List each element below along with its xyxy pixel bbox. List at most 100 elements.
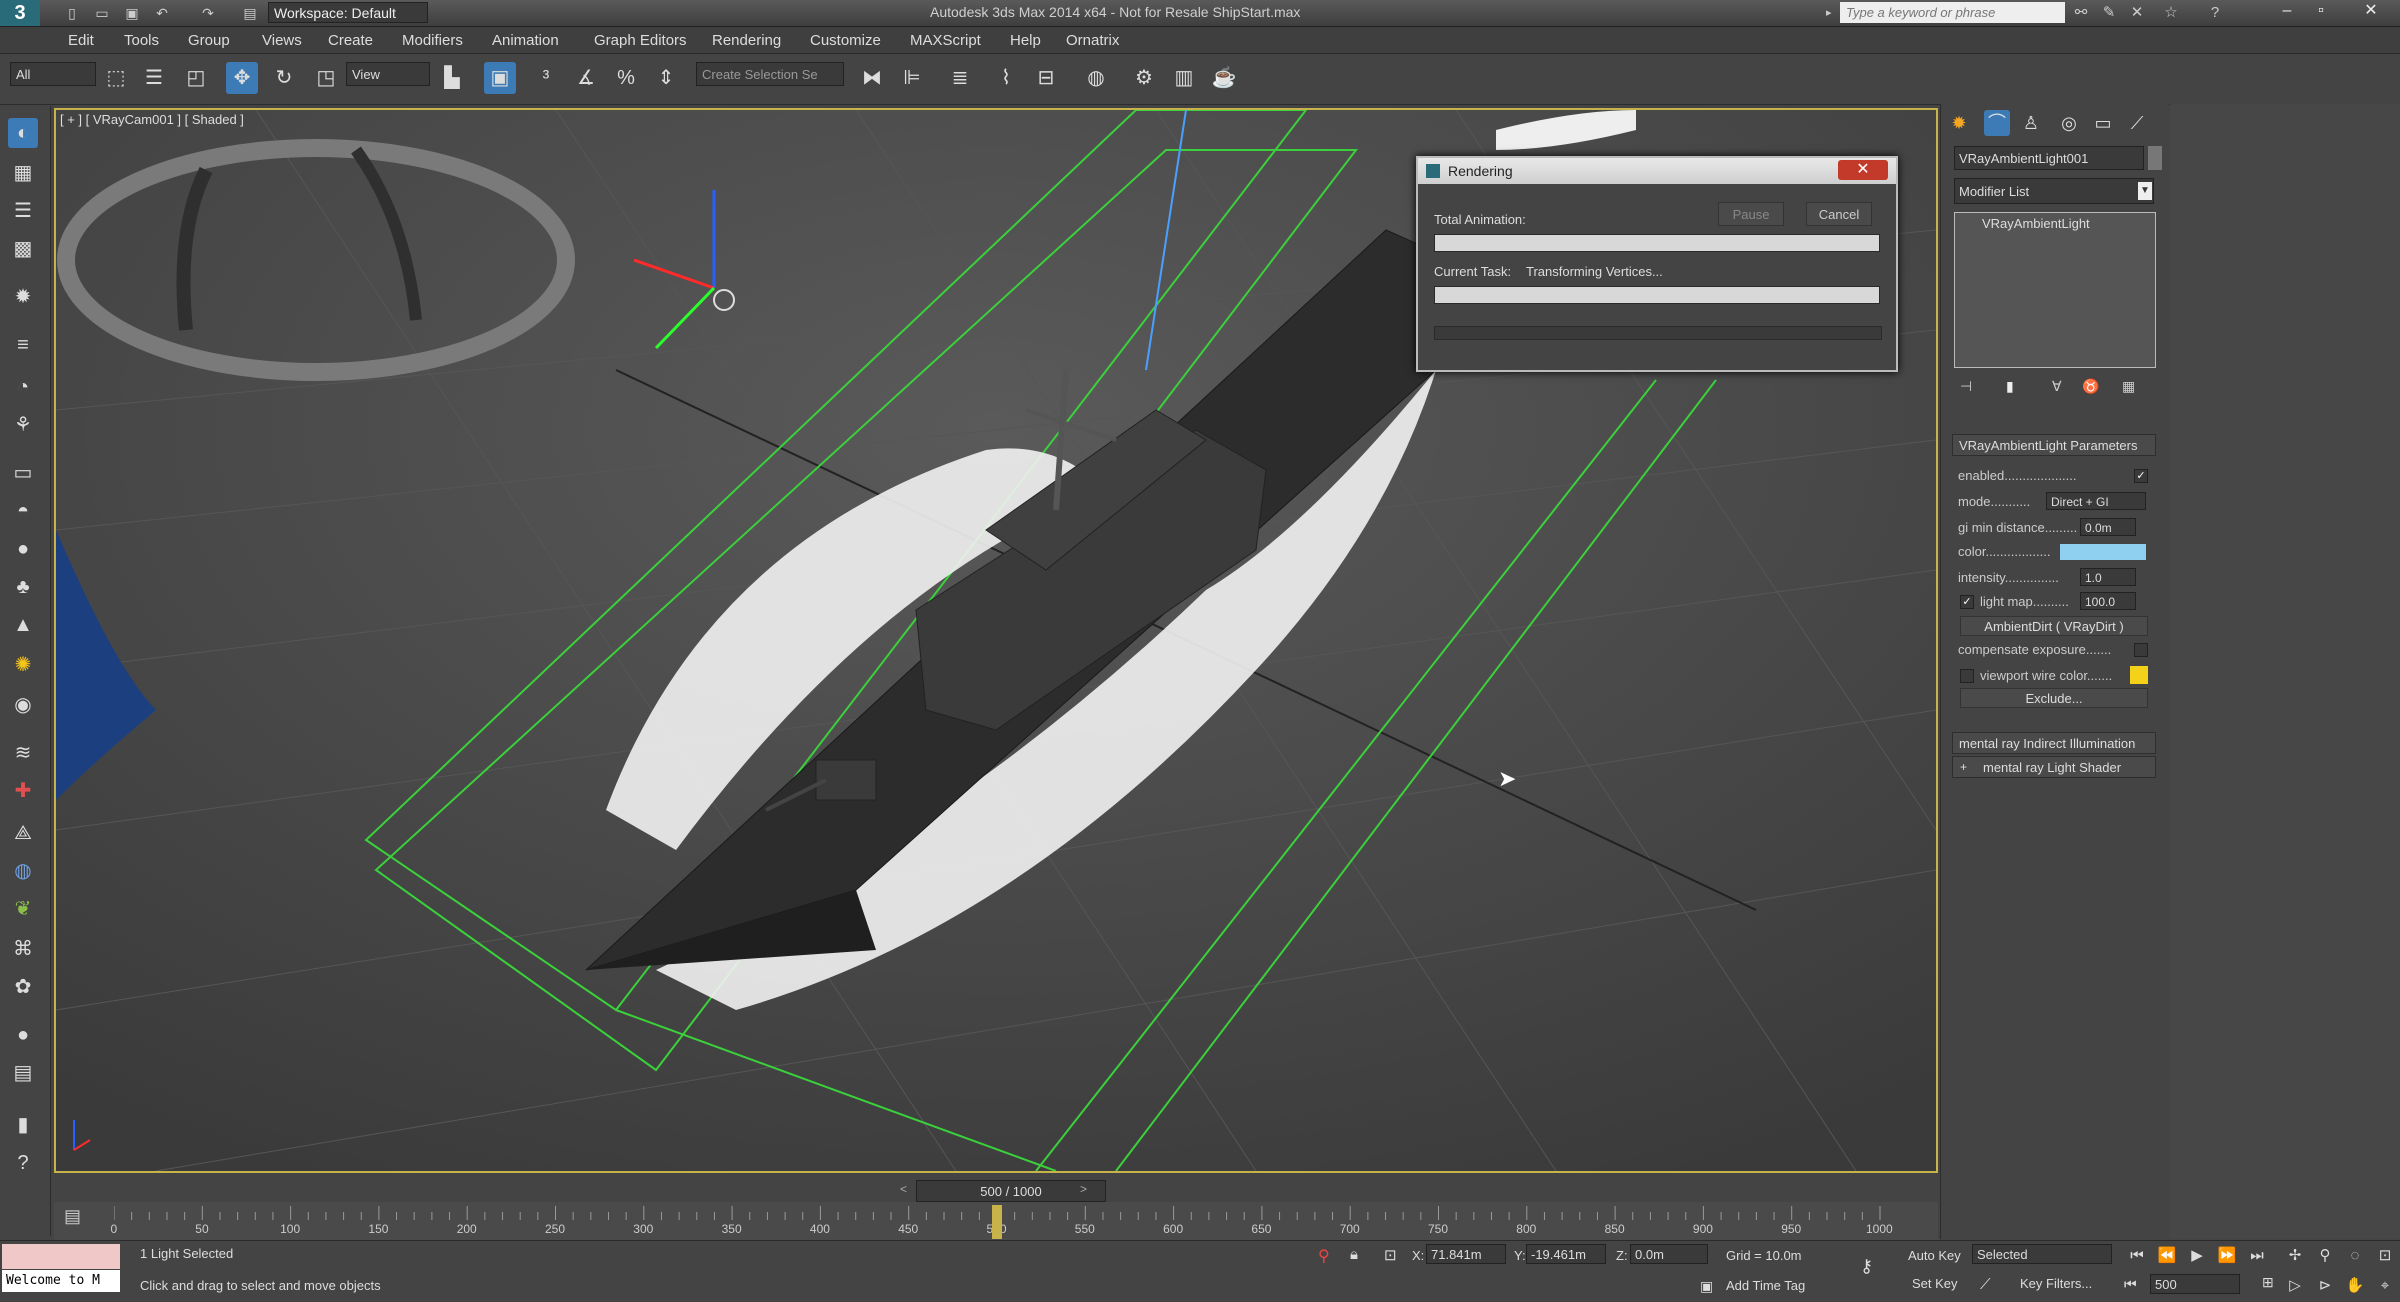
select-object-icon[interactable]: ⬚ [100,62,132,94]
viewport-wire-color-checkbox[interactable] [1960,669,1974,683]
maximize-viewport-icon[interactable]: ⊡ [2372,1244,2398,1268]
object-color-swatch[interactable] [2148,146,2162,170]
light-map-spinner[interactable]: 100.0 [2080,592,2136,610]
remove-modifier-icon[interactable]: ♉ [2082,378,2099,395]
enabled-checkbox[interactable]: ✓ [2134,469,2148,483]
menu-create[interactable]: Create [328,32,373,49]
create-tab-icon[interactable]: ✹ [1946,110,1972,136]
sliders-icon[interactable]: ≡ [8,330,38,360]
pan-icon[interactable]: ✢ [2282,1244,2308,1268]
menu-help[interactable]: Help [1010,32,1041,49]
mirror-icon[interactable]: ⧓ [856,62,888,94]
disc-icon[interactable]: ◉ [8,690,38,720]
question-icon[interactable]: ? [8,1148,38,1178]
time-slider[interactable]: 500 / 1000 [916,1180,1106,1202]
add-time-tag[interactable]: Add Time Tag [1726,1278,1805,1293]
field-of-view-icon[interactable]: ▷ [2282,1274,2308,1298]
walkthrough-icon[interactable]: ✋ [2342,1274,2368,1298]
previous-frame-icon[interactable]: ⏪ [2154,1244,2180,1268]
spiral-icon[interactable]: ◔ [8,372,38,402]
ambient-dirt-button[interactable]: AmbientDirt ( VRayDirt ) [1960,616,2148,636]
gi-min-distance-spinner[interactable]: 0.0m [2080,518,2136,536]
prev-frame-arrow-icon[interactable]: < [900,1182,907,1196]
plus-icon[interactable]: + [1960,760,1967,774]
menu-group[interactable]: Group [188,32,230,49]
undo-icon[interactable]: ↶ [152,3,172,23]
spinner-snap-icon[interactable]: ⇕ [650,62,682,94]
current-frame-field[interactable]: 500 [2150,1274,2240,1294]
display-tab-icon[interactable]: ▭ [2090,110,2116,136]
dialog-close-button[interactable]: ✕ [1838,160,1888,180]
select-and-scale-icon[interactable]: ◳ [310,62,342,94]
go-to-end-icon[interactable]: ⏭ [2244,1244,2270,1268]
mental-ray-light-shader-rollout[interactable]: mental ray Light Shader [1952,756,2156,778]
search-input[interactable]: Type a keyword or phrase [1840,2,2065,23]
new-file-icon[interactable]: ▯ [62,3,82,23]
compensate-exposure-checkbox[interactable] [2134,643,2148,657]
menu-views[interactable]: Views [262,32,302,49]
workspace-dropdown[interactable]: Workspace: Default [268,2,428,23]
mode-dropdown[interactable]: Direct + GI [2046,492,2146,510]
region-zoom-icon[interactable]: ⌖ [2372,1274,2398,1298]
viewport-camera-icon[interactable]: ◐ [8,118,38,148]
close-icon[interactable]: ✕ [2346,0,2396,22]
intensity-spinner[interactable]: 1.0 [2080,568,2136,586]
wire-color-swatch[interactable] [2130,666,2148,684]
manipulate-icon[interactable]: ▣ [484,62,516,94]
selection-filter-dropdown[interactable]: All [10,62,96,86]
gizmo-icon[interactable]: ✚ [8,776,38,806]
zoom-icon[interactable]: ⚲ [2312,1244,2338,1268]
menu-modifiers[interactable]: Modifiers [402,32,463,49]
time-config-icon[interactable]: ⊞ [2262,1274,2274,1291]
box-icon[interactable]: ▭ [8,458,38,488]
set-key-curve-icon[interactable]: ⟋ [1980,1276,1991,1293]
hemisphere-icon[interactable]: ◓ [8,496,38,526]
modify-tab-icon[interactable]: ⌒ [1984,110,2010,136]
absolute-mode-icon[interactable]: ⊡ [1384,1246,1397,1264]
next-frame-icon[interactable]: ⏩ [2214,1244,2240,1268]
menu-maxscript[interactable]: MAXScript [910,32,981,49]
key-mode-icon[interactable]: ⏮ [2124,1276,2137,1293]
app-logo-icon[interactable]: 3 [0,0,40,26]
named-selection-dropdown[interactable]: Create Selection Se [696,62,844,86]
open-file-icon[interactable]: ▭ [92,3,112,23]
snaps-toggle-icon[interactable]: ³ [530,62,562,94]
hair-frizz-icon[interactable]: ✿ [8,972,38,1002]
align-icon[interactable]: ⊫ [896,62,928,94]
orbit-icon[interactable]: ◌ [2342,1244,2368,1268]
layer-manager-icon[interactable]: ≣ [944,62,976,94]
set-key-button[interactable]: Set Key [1912,1276,1958,1291]
communication-center-icon[interactable]: ✕ [2126,3,2148,23]
rectangular-selection-icon[interactable]: ◰ [180,62,212,94]
grid-icon[interactable]: ▩ [8,234,38,264]
menu-animation[interactable]: Animation [492,32,559,49]
mental-ray-indirect-rollout[interactable]: mental ray Indirect Illumination [1952,732,2156,754]
utilities-tab-icon[interactable]: ⟋ [2124,110,2150,136]
modifier-stack[interactable] [1954,212,2156,368]
menu-customize[interactable]: Customize [810,32,881,49]
menu-tools[interactable]: Tools [124,32,159,49]
play-icon[interactable]: ▶ [2184,1244,2210,1268]
tools-icon[interactable]: ✎ [2098,3,2120,23]
hierarchy-tab-icon[interactable]: ♙ [2018,110,2044,136]
next-frame-arrow-icon[interactable]: > [1080,1182,1087,1196]
menu-rendering[interactable]: Rendering [712,32,781,49]
save-icon[interactable]: ▣ [122,3,142,23]
rendered-frame-window-icon[interactable]: ▥ [1168,62,1200,94]
sphere-icon[interactable]: ● [8,534,38,564]
y-coordinate-field[interactable]: -19.461m [1526,1244,1606,1264]
configure-sets-icon[interactable]: ▦ [2122,378,2135,395]
white-sphere-icon[interactable]: ● [8,1020,38,1050]
sun-light-icon[interactable]: ✺ [8,650,38,680]
favorites-star-icon[interactable]: ☆ [2160,3,2182,23]
z-coordinate-field[interactable]: 0.0m [1630,1244,1708,1264]
search-expand-icon[interactable]: ▸ [1826,6,1834,20]
cone-icon[interactable]: ▲ [8,610,38,640]
battery-icon[interactable]: ▮ [8,1110,38,1140]
maxscript-listener[interactable] [2,1244,120,1269]
render-production-icon[interactable]: ☕ [1208,62,1240,94]
key-filters-button[interactable]: Key Filters... [2020,1276,2092,1291]
hf-icon[interactable]: ⌘ [8,934,38,964]
schematic-view-icon[interactable]: ⊟ [1030,62,1062,94]
bulb-icon[interactable]: ✹ [8,282,38,312]
